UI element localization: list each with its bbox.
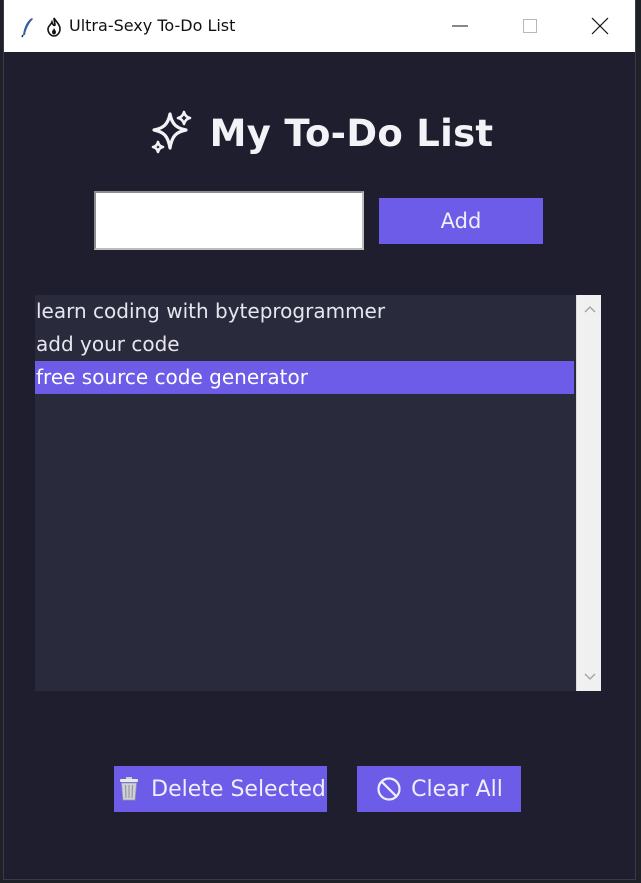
clear-all-label: Clear All [411, 776, 503, 802]
trash-icon [120, 777, 139, 801]
scroll-up-button[interactable] [577, 297, 602, 321]
task-listbox[interactable]: learn coding with byteprogrammer add your… [35, 295, 601, 691]
list-item[interactable]: free source code generator [35, 361, 574, 394]
chevron-up-icon [584, 306, 595, 313]
list-item[interactable]: add your code [35, 328, 574, 361]
maximize-button[interactable] [510, 8, 550, 44]
window-title: Ultra-Sexy To-Do List [69, 16, 236, 35]
close-icon [591, 17, 609, 35]
maximize-icon [523, 19, 537, 33]
close-button[interactable] [580, 8, 620, 44]
minimize-icon [452, 25, 468, 27]
task-input[interactable] [94, 191, 364, 250]
app-window: Ultra-Sexy To-Do List My To-Do List Add … [3, 0, 636, 880]
page-title: My To-Do List [4, 108, 635, 158]
task-list[interactable]: learn coding with byteprogrammer add your… [35, 295, 574, 691]
flame-icon [47, 17, 61, 37]
delete-selected-label: Delete Selected [151, 776, 326, 802]
list-item[interactable]: learn coding with byteprogrammer [35, 295, 574, 328]
scrollbar[interactable] [576, 295, 601, 691]
clear-all-button[interactable]: Clear All [357, 766, 521, 812]
minimize-button[interactable] [440, 8, 480, 44]
prohibited-icon [377, 777, 401, 801]
heading-text: My To-Do List [209, 111, 494, 155]
feather-icon [21, 18, 33, 38]
scroll-down-button[interactable] [577, 665, 602, 689]
add-button[interactable]: Add [379, 198, 543, 244]
title-bar: Ultra-Sexy To-Do List [4, 0, 635, 52]
chevron-down-icon [584, 673, 595, 680]
delete-selected-button[interactable]: Delete Selected [114, 766, 327, 812]
sparkle-icon [151, 110, 191, 154]
